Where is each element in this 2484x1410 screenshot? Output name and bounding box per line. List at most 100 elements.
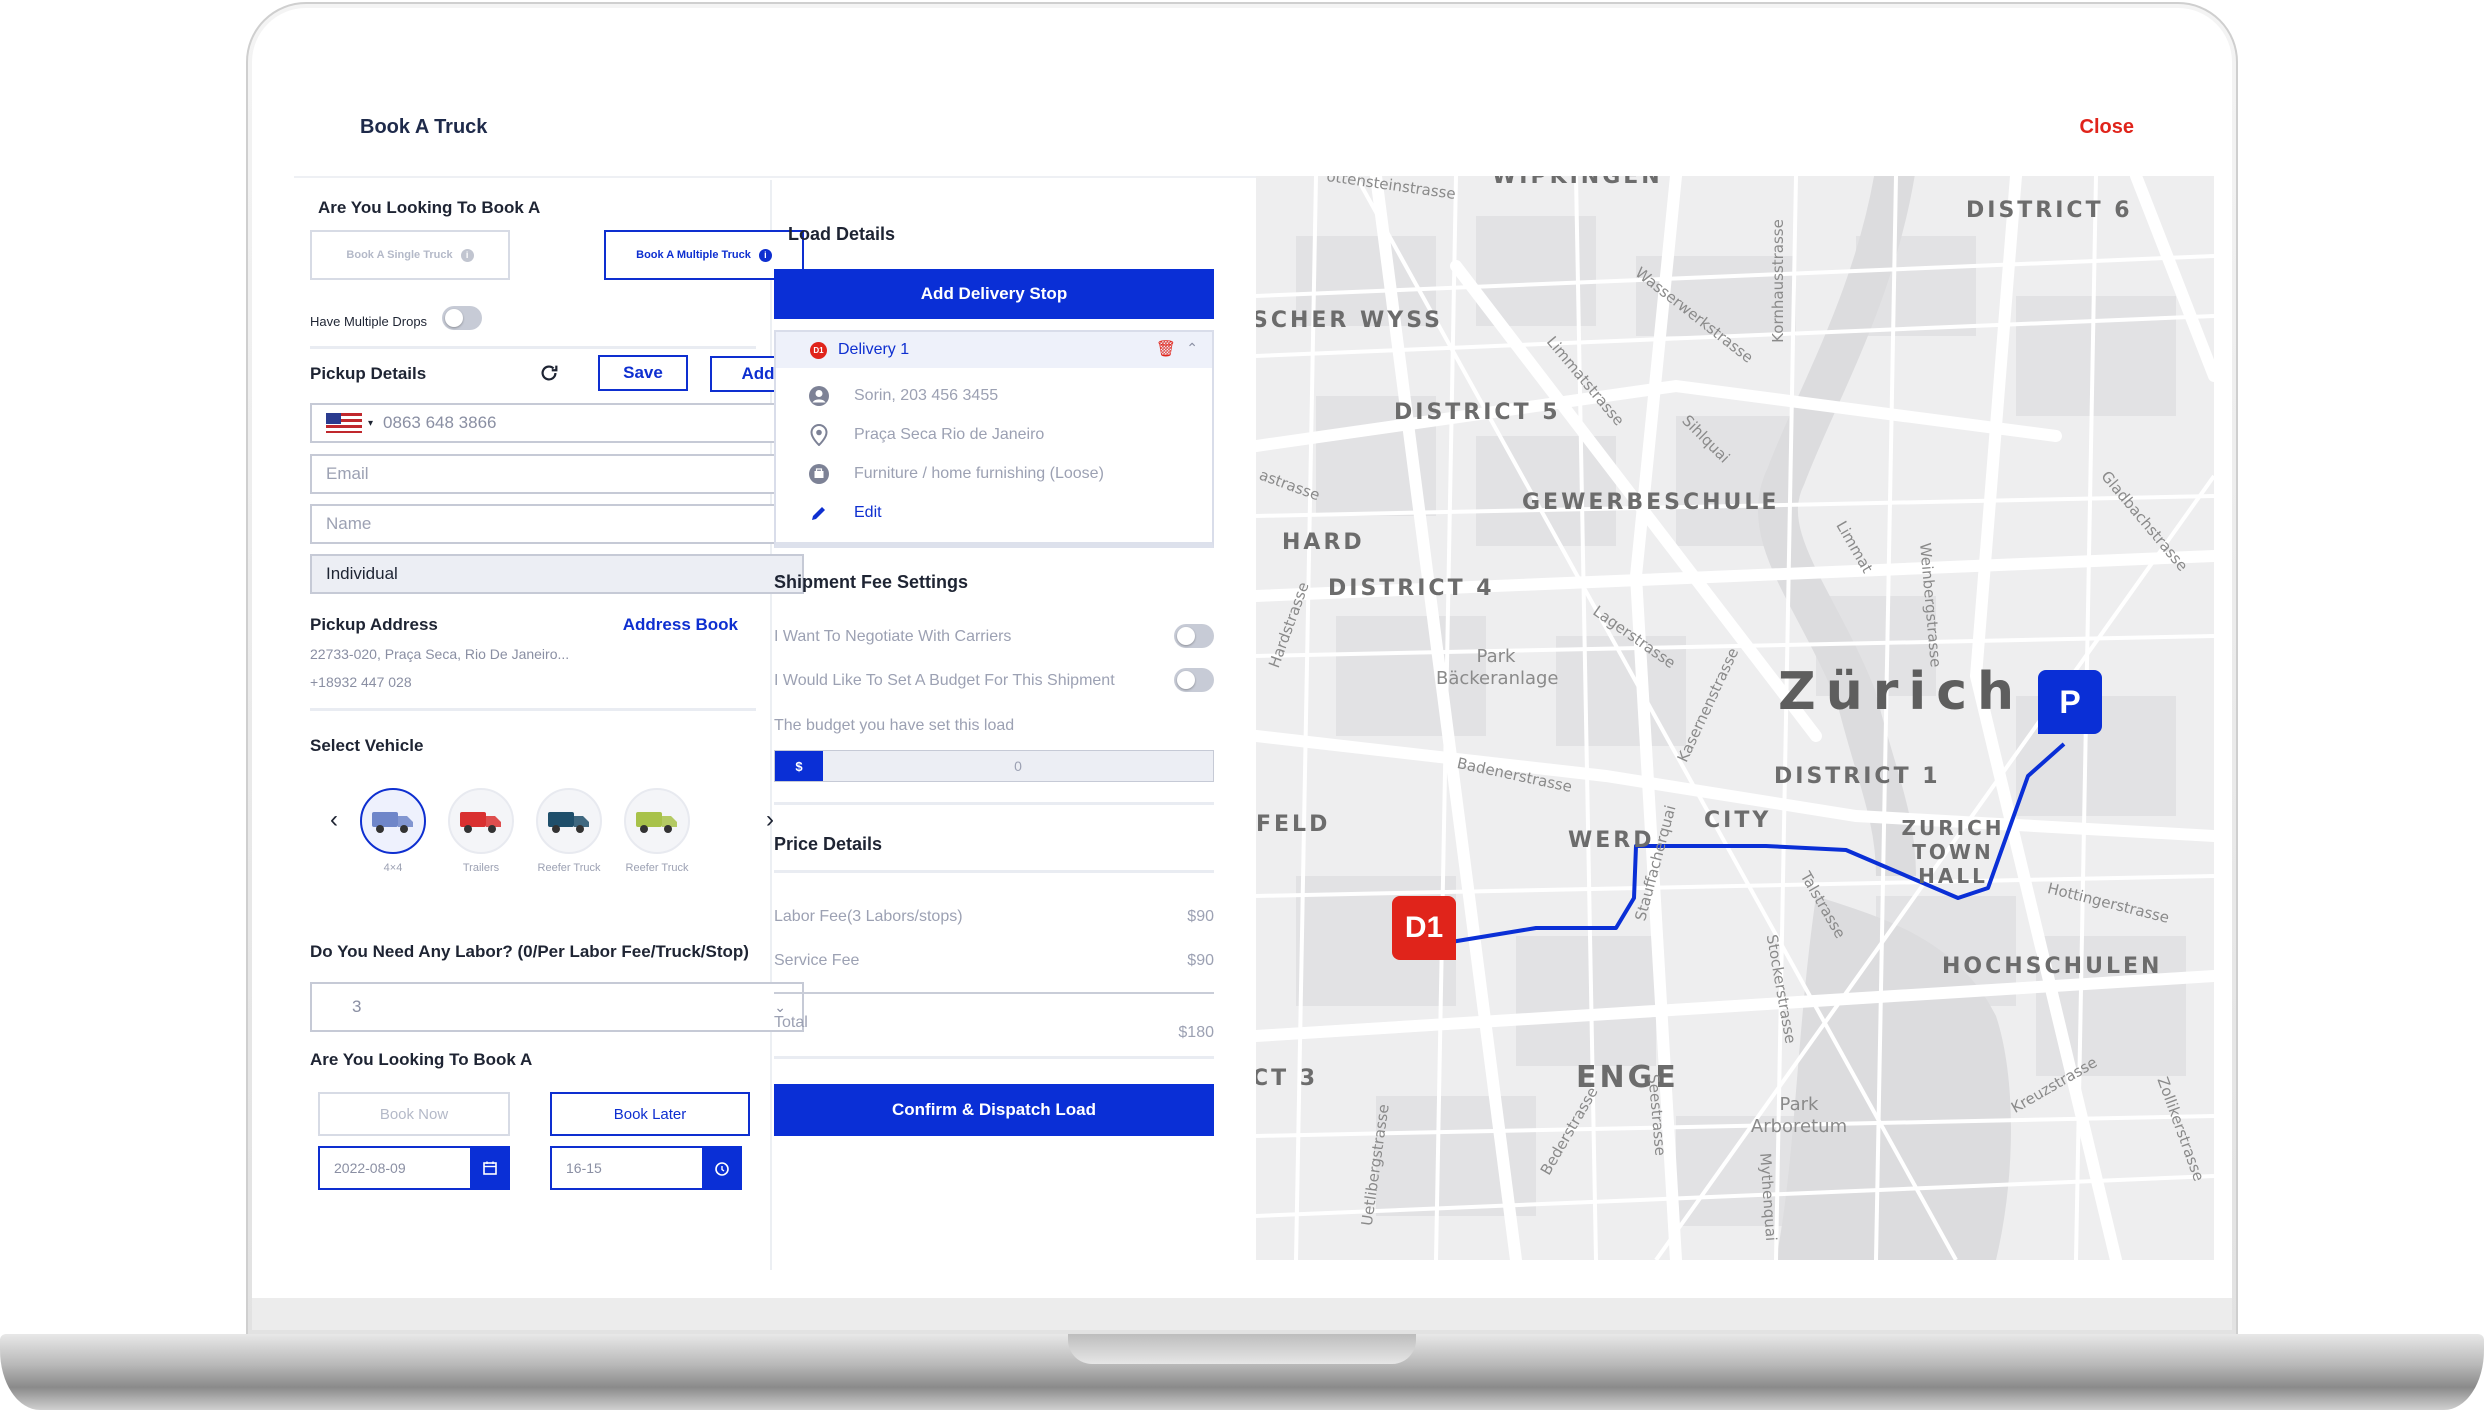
date-input[interactable]: 2022-08-09 — [318, 1146, 510, 1190]
map-label-gewerbeschule: GEWERBESCHULE — [1522, 490, 1780, 515]
budget-toggle-label: I Would Like To Set A Budget For This Sh… — [774, 672, 1115, 689]
laptop-screen: Book A Truck Close Are You Looking To Bo… — [252, 8, 2232, 1298]
location-pin-icon — [808, 423, 830, 446]
map-label-werd: WERD — [1568, 828, 1655, 853]
edit-link[interactable]: Edit — [854, 504, 882, 522]
budget-label: The budget you have set this load — [774, 717, 1015, 734]
drop-marker[interactable]: D1 — [1392, 896, 1456, 960]
map-label-district4: DISTRICT 4 — [1328, 576, 1495, 601]
phone-input[interactable]: ▾ 0863 648 3866 — [310, 403, 804, 443]
email-input[interactable]: Email — [310, 454, 804, 494]
save-button[interactable]: Save — [598, 355, 688, 391]
delivery-header[interactable]: D1 Delivery 1 🗑 ⌃ — [776, 332, 1212, 368]
time-input[interactable]: 16-15 — [550, 1146, 742, 1190]
book-single-truck-button[interactable]: Book A Single Truck i — [310, 230, 510, 280]
budget-input[interactable]: $ 0 — [774, 750, 1214, 782]
delivery-edit-row[interactable]: Edit — [776, 493, 1212, 532]
calendar-icon[interactable] — [470, 1146, 510, 1190]
multiple-drops-label: Have Multiple Drops — [310, 314, 428, 329]
pickup-address-line: 22733-020, Praça Seca, Rio De Janeiro... — [310, 646, 570, 662]
delivery-title: Delivery 1 — [838, 341, 910, 358]
customer-type-value: Individual — [326, 564, 398, 583]
budget-toggle[interactable] — [1174, 668, 1214, 692]
chevron-up-icon[interactable]: ⌃ — [1186, 340, 1198, 357]
info-icon: i — [460, 248, 474, 262]
truck-icon — [448, 788, 514, 854]
street-label: Kornhausstrasse — [1768, 219, 1787, 343]
vehicle-carousel: 4×4 Trailers Reefer Truck Reefer Truck — [360, 788, 760, 888]
divider — [310, 708, 756, 711]
service-fee-label: Service Fee — [774, 952, 860, 969]
map-label-district5: DISTRICT 5 — [1394, 400, 1561, 425]
vehicle-option[interactable]: Reefer Truck — [624, 788, 690, 874]
address-book-link[interactable]: Address Book — [623, 615, 738, 635]
service-fee-row: Service Fee $90 — [774, 952, 1214, 970]
labor-heading: Do You Need Any Labor? (0/Per Labor Fee/… — [310, 942, 749, 961]
book-now-button[interactable]: Book Now — [318, 1092, 510, 1136]
negotiate-label: I Want To Negotiate With Carriers — [774, 628, 1012, 645]
us-flag-icon — [326, 413, 362, 433]
multiple-drops-toggle[interactable] — [442, 306, 482, 330]
currency-prefix: $ — [775, 751, 823, 781]
map-label-ct3: CT 3 — [1256, 1066, 1319, 1091]
laptop-notch — [1068, 1334, 1416, 1364]
delivery-address: Praça Seca Rio de Janeiro — [854, 425, 1045, 443]
shipment-fee-heading: Shipment Fee Settings — [774, 572, 969, 592]
chevron-left-icon[interactable]: ‹ — [330, 806, 338, 834]
labor-select[interactable]: 3 ⌄ — [310, 982, 804, 1032]
labor-value: 3 — [352, 997, 362, 1016]
chevron-down-icon: ▾ — [368, 417, 374, 429]
price-details-heading: Price Details — [774, 834, 883, 854]
delivery-goods-row: Furniture / home furnishing (Loose) — [776, 454, 1212, 493]
vehicle-option[interactable]: Trailers — [448, 788, 514, 874]
delivery-card: D1 Delivery 1 🗑 ⌃ Sorin, 203 456 3455 Pr… — [774, 330, 1214, 548]
vehicle-label: Reefer Truck — [625, 862, 689, 874]
pickup-address-heading: Pickup Address — [310, 615, 438, 634]
schedule-heading: Are You Looking To Book A — [310, 1050, 533, 1069]
truck-icon — [624, 788, 690, 854]
refresh-icon[interactable] — [538, 362, 560, 384]
load-details-heading: Load Details — [788, 224, 896, 244]
stage: Book A Truck Close Are You Looking To Bo… — [0, 0, 2484, 1410]
close-button[interactable]: Close — [2080, 116, 2134, 139]
delivery-address-row: Praça Seca Rio de Janeiro — [776, 415, 1212, 454]
customer-type-select[interactable]: Individual ⌄ — [310, 554, 804, 594]
negotiate-toggle[interactable] — [1174, 624, 1214, 648]
map-label-city: CITY — [1704, 808, 1772, 833]
laptop-chin — [252, 1298, 2232, 1330]
delivery-badge: D1 — [810, 342, 827, 359]
delivery-contact-row: Sorin, 203 456 3455 — [776, 376, 1212, 415]
divider — [310, 346, 756, 349]
add-delivery-stop-button[interactable]: Add Delivery Stop — [774, 269, 1214, 319]
booking-form-panel: Are You Looking To Book A Book A Single … — [302, 180, 806, 1270]
page-title: Book A Truck — [360, 116, 488, 138]
labor-fee-value: $90 — [1187, 908, 1214, 925]
pickup-address-phone: +18932 447 028 — [310, 674, 412, 690]
map-label-town-hall: ZURICH TOWN HALL — [1901, 816, 2005, 888]
confirm-dispatch-button[interactable]: Confirm & Dispatch Load — [774, 1084, 1214, 1136]
map-label-district1: DISTRICT 1 — [1774, 764, 1941, 789]
chevron-right-icon[interactable]: › — [766, 806, 774, 834]
route-map[interactable]: WIPKINGEN DISTRICT 6 SCHER WYSS DISTRICT… — [1256, 176, 2214, 1260]
total-label: Total — [774, 1014, 808, 1031]
budget-value: 0 — [1014, 758, 1022, 774]
name-input[interactable]: Name — [310, 504, 804, 544]
vehicle-option[interactable]: 4×4 — [360, 788, 426, 874]
pencil-icon — [808, 502, 830, 524]
divider — [774, 1056, 1214, 1059]
divider — [774, 802, 1214, 805]
pickup-marker[interactable]: P — [2038, 670, 2102, 734]
trash-icon[interactable]: 🗑 — [1156, 339, 1176, 359]
clock-icon[interactable] — [702, 1146, 742, 1190]
time-value: 16-15 — [566, 1160, 602, 1176]
service-fee-value: $90 — [1187, 952, 1214, 969]
package-icon — [808, 463, 830, 485]
book-later-button[interactable]: Book Later — [550, 1092, 750, 1136]
delivery-goods: Furniture / home furnishing (Loose) — [854, 464, 1104, 482]
load-details-panel: Load Details Add Delivery Stop D1 Delive… — [774, 180, 1274, 1270]
vehicle-option[interactable]: Reefer Truck — [536, 788, 602, 874]
info-icon: i — [758, 248, 772, 262]
total-row: Total $180 — [774, 1014, 1214, 1042]
header-bar — [294, 108, 2194, 178]
map-label-escher-wyss: SCHER WYSS — [1256, 308, 1443, 333]
